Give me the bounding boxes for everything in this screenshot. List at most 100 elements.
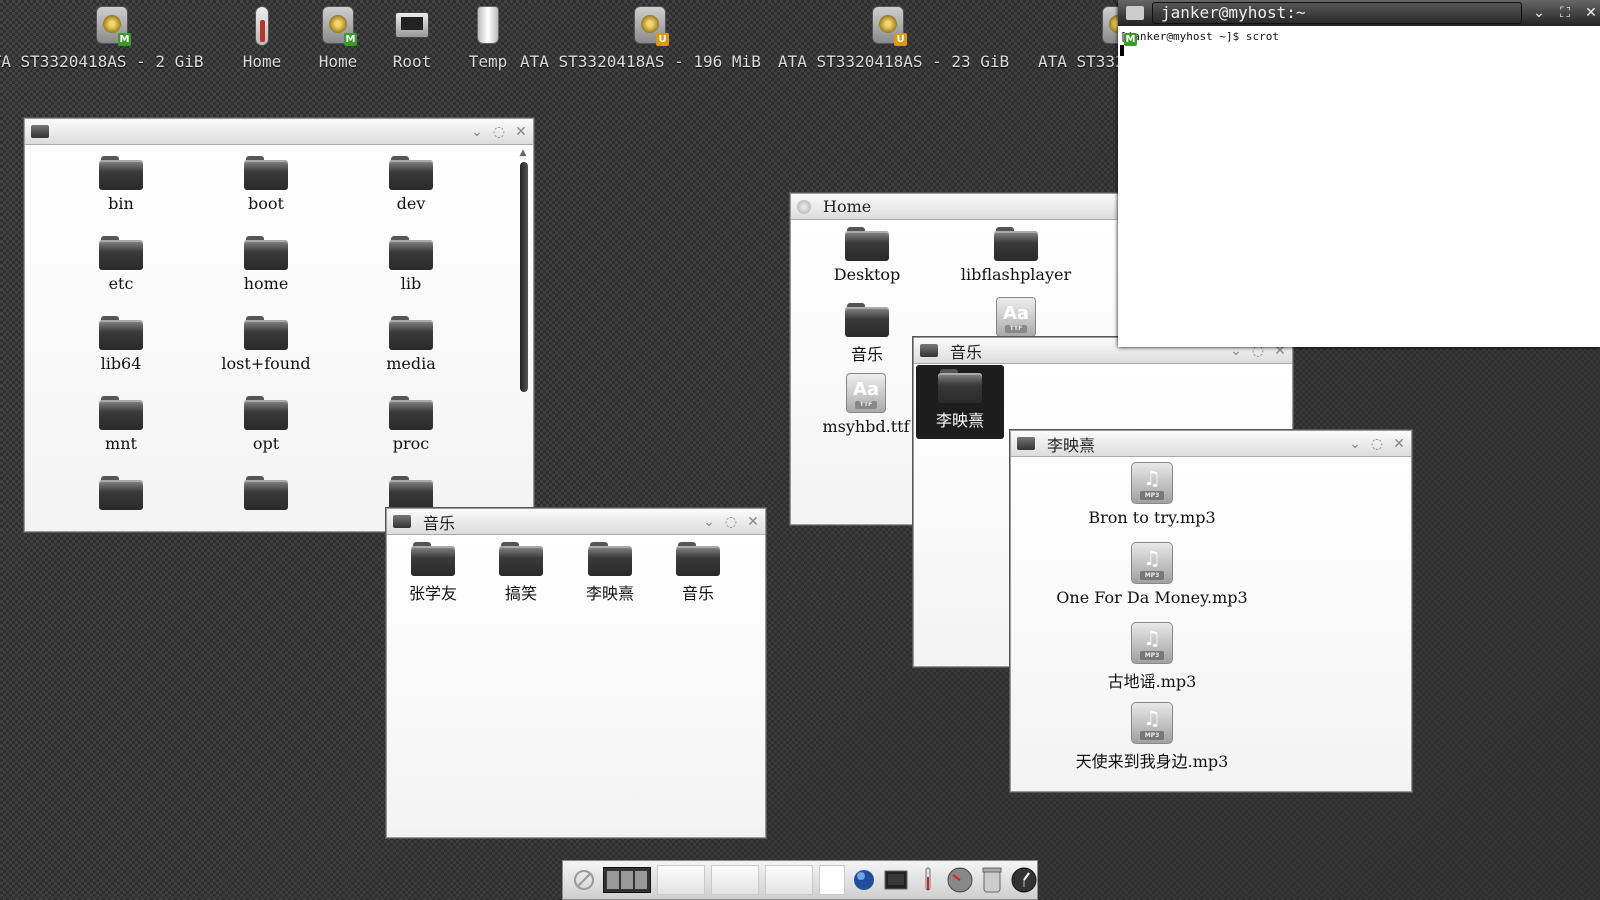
clock[interactable]	[1011, 867, 1037, 893]
desktop-icon-root[interactable]: Root	[392, 2, 432, 72]
folder-item[interactable]: boot	[216, 156, 316, 213]
item-label: One For Da Money.mp3	[1056, 588, 1248, 607]
taskbar-button[interactable]	[819, 865, 845, 895]
folder-item[interactable]: proc	[361, 396, 461, 453]
item-label: 搞笑	[504, 584, 537, 603]
root-folder-window[interactable]: ⌄ ◌ ✕ bin boot dev etc home lib lib64 lost…	[24, 118, 534, 532]
desktop-icon-temp[interactable]: Temp	[469, 2, 507, 72]
folder-item[interactable]: 音乐	[807, 303, 927, 365]
item-label: proc	[392, 434, 430, 453]
item-label: 张学友	[408, 584, 457, 603]
audio-file-item[interactable]: ♫ MP3 One For Da Money.mp3	[1031, 542, 1273, 607]
item-label: mnt	[105, 434, 137, 453]
folder-icon	[389, 476, 433, 510]
minimize-button[interactable]: ⌄	[1347, 436, 1363, 452]
item-label: libflashplayer	[960, 265, 1072, 284]
clock-icon	[1011, 867, 1037, 893]
folder-item[interactable]: media	[361, 316, 461, 373]
folder-item[interactable]: bin	[71, 156, 171, 213]
desktop-icon-label: ATA ST3320418AS - 23 GiB	[778, 52, 1010, 71]
desktop-icon-drive-196mib[interactable]: U ATA ST3320418AS - 196 MiB	[520, 2, 761, 72]
trash-launcher[interactable]	[979, 867, 1005, 893]
desktop-icon-label: ATA ST3320418AS - 2 GiB	[0, 52, 204, 71]
folder-item[interactable]: Desktop	[807, 227, 927, 284]
audio-file-item[interactable]: ♫ MP3 天使来到我身边.mp3	[1031, 702, 1273, 772]
close-button[interactable]: ✕	[1391, 436, 1407, 452]
scroll-up-arrow-icon[interactable]: ▲	[517, 148, 529, 158]
font-file-item[interactable]: Aa TTF msyhbd.ttf	[801, 373, 931, 436]
folder-item[interactable]: lib	[361, 236, 461, 293]
item-label: bin	[108, 194, 134, 213]
terminal-launcher[interactable]	[883, 867, 909, 893]
desktop-icon-home-1[interactable]: Home	[243, 2, 281, 72]
item-label: Bron to try.mp3	[1088, 508, 1216, 527]
folder-item[interactable]: 李映熹	[572, 542, 648, 604]
folder-item[interactable]: dev	[361, 156, 461, 213]
folder-icon	[389, 396, 433, 430]
vertical-scrollbar[interactable]: ▲	[517, 148, 529, 523]
artist-folder-window[interactable]: 李映熹 ⌄ ◌ ✕ ♫ MP3 Bron to try.mp3 ♫ MP3 One For …	[1010, 430, 1412, 792]
folder-item[interactable]	[216, 476, 316, 514]
folder-item[interactable]: lib64	[71, 316, 171, 373]
folder-icon	[389, 316, 433, 350]
item-label: media	[386, 354, 436, 373]
folder-icon	[411, 542, 455, 576]
font-file-item[interactable]: Aa TTF	[996, 297, 1036, 337]
audio-file-item[interactable]: ♫ MP3 古地谣.mp3	[1031, 622, 1273, 692]
folder-item[interactable]: 张学友	[395, 542, 471, 604]
desktop-icon-drive-23gib[interactable]: U ATA ST3320418AS - 23 GiB	[778, 2, 1009, 72]
folder-item[interactable]: etc	[71, 236, 171, 293]
desktop-icon-drive-2gib[interactable]: M ATA ST3320418AS - 2 GiB	[0, 2, 204, 72]
thermometer-icon	[255, 6, 269, 46]
minimize-button[interactable]: ⌄	[1530, 5, 1548, 21]
terminal-icon	[884, 870, 908, 890]
window-title: Home	[823, 197, 872, 216]
window-titlebar[interactable]: ⌄ ◌ ✕	[25, 119, 533, 145]
minimize-button[interactable]: ⌄	[469, 124, 485, 140]
taskbar-button[interactable]	[711, 865, 759, 895]
folder-item[interactable]: 搞笑	[483, 542, 559, 604]
close-button[interactable]: ✕	[513, 124, 529, 140]
terminal-titlebar[interactable]: janker@myhost:~ ⌄ ⛶ ✕	[1118, 0, 1600, 26]
menu-button[interactable]	[571, 867, 597, 893]
window-titlebar[interactable]: 音乐 ⌄ ◌ ✕	[387, 509, 765, 535]
music-folder-window[interactable]: 音乐 ⌄ ◌ ✕ 张学友 搞笑 李映熹 音乐	[386, 508, 766, 838]
folder-icon	[99, 476, 143, 510]
terminal-window[interactable]: janker@myhost:~ ⌄ ⛶ ✕ [janker@myhost ~]$…	[1118, 0, 1600, 347]
folder-item[interactable]: home	[216, 236, 316, 293]
window-titlebar[interactable]: Home ⌄	[791, 194, 1167, 220]
item-label: 李映熹	[935, 411, 984, 430]
scrollbar-thumb[interactable]	[520, 162, 528, 392]
window-titlebar[interactable]: 李映熹 ⌄ ◌ ✕	[1011, 431, 1411, 457]
folder-window-icon	[393, 515, 411, 528]
maximize-button[interactable]: ◌	[1369, 436, 1385, 452]
maximize-button[interactable]: ⛶	[1556, 5, 1574, 21]
menu-icon	[574, 870, 594, 890]
taskbar-button[interactable]	[657, 865, 705, 895]
item-label: lib	[400, 274, 422, 293]
close-button[interactable]: ✕	[1582, 5, 1600, 21]
terminal-output[interactable]: [janker@myhost ~]$ scrot	[1118, 26, 1600, 60]
folder-item[interactable]: opt	[216, 396, 316, 453]
maximize-button[interactable]: ◌	[491, 124, 507, 140]
audio-file-item[interactable]: ♫ MP3 Bron to try.mp3	[1031, 462, 1273, 527]
browser-launcher[interactable]	[851, 867, 877, 893]
maximize-button[interactable]: ◌	[723, 514, 739, 530]
folder-icon	[499, 542, 543, 576]
item-label: lib64	[100, 354, 142, 373]
folder-item[interactable]: lost+found	[216, 316, 316, 373]
temperature-monitor[interactable]	[915, 867, 941, 893]
cpu-monitor[interactable]	[947, 867, 973, 893]
close-button[interactable]: ✕	[745, 514, 761, 530]
folder-item[interactable]: mnt	[71, 396, 171, 453]
folder-item-selected[interactable]: 李映熹	[916, 365, 1004, 439]
minimize-button[interactable]: ⌄	[701, 514, 717, 530]
folder-item[interactable]: libflashplayer	[941, 227, 1091, 284]
terminal-prompt-line: [janker@myhost ~]$ scrot	[1120, 30, 1279, 43]
folder-item[interactable]	[71, 476, 171, 514]
workspace-pager[interactable]	[603, 867, 651, 893]
window-title: 音乐	[950, 342, 983, 362]
folder-item[interactable]: 音乐	[660, 542, 736, 604]
taskbar-button[interactable]	[765, 865, 813, 895]
item-label: opt	[252, 434, 280, 453]
